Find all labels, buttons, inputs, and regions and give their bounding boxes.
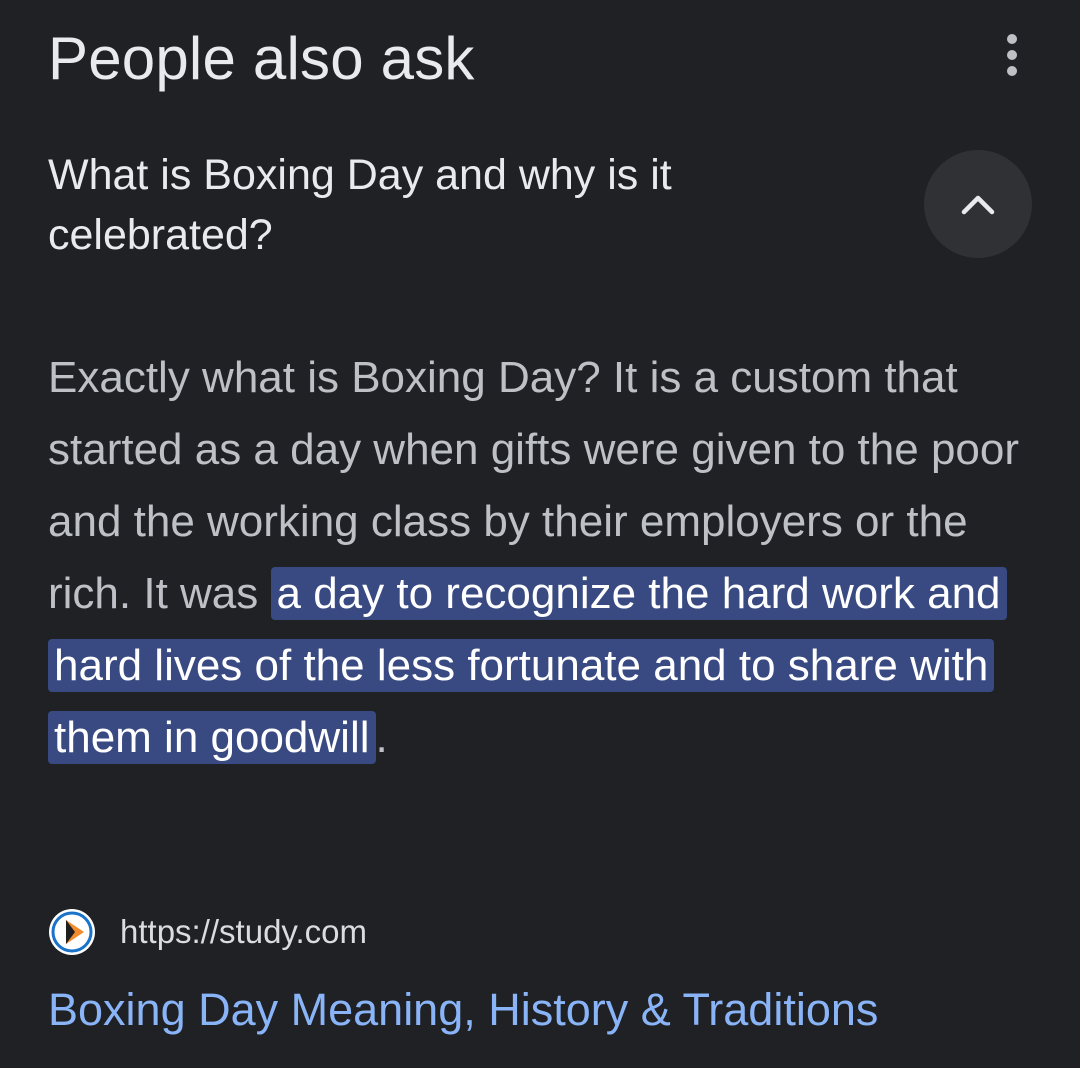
answer-snippet: Exactly what is Boxing Day? It is a cust…	[48, 342, 1038, 774]
collapse-button[interactable]	[924, 150, 1032, 258]
more-vert-icon-dot	[1007, 50, 1017, 60]
chevron-up-icon	[961, 195, 995, 215]
study-com-play-icon	[49, 909, 95, 955]
more-options-button[interactable]	[990, 30, 1034, 80]
more-vert-icon	[1007, 34, 1017, 44]
more-vert-icon-dot	[1007, 66, 1017, 76]
source-url: https://study.com	[120, 913, 367, 950]
result-title-link[interactable]: Boxing Day Meaning, History & Traditions	[48, 978, 878, 1042]
answer-text-end: .	[375, 713, 388, 762]
question-text[interactable]: What is Boxing Day and why is it celebra…	[48, 145, 848, 265]
source-row[interactable]: https://study.com	[48, 905, 367, 959]
people-also-ask-title: People also ask	[48, 25, 475, 92]
